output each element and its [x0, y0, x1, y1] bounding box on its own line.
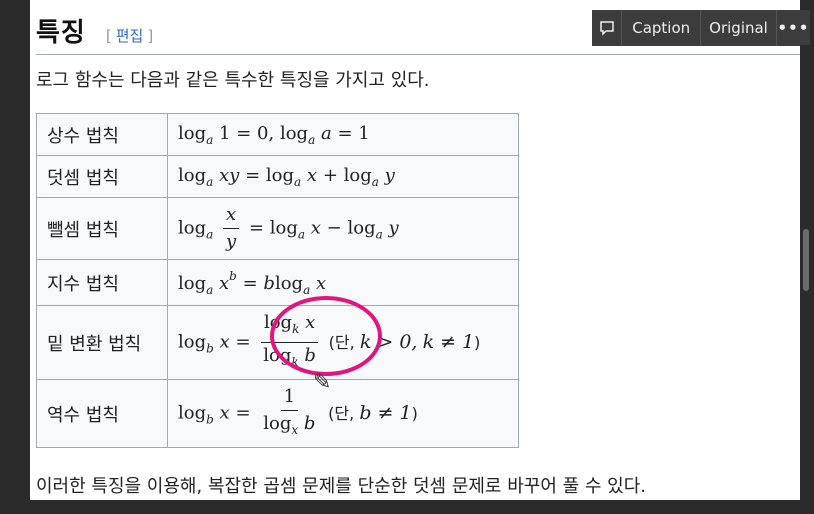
edit-link[interactable]: 편집: [116, 27, 144, 45]
fraction: 1 logx b: [263, 386, 316, 437]
article-viewport: 특징 [편집] 로그 함수는 다음과 같은 특수한 특징을 가지고 있다. 상수…: [30, 0, 800, 500]
heading-divider: [36, 54, 800, 55]
edit-section: [편집]: [106, 25, 153, 46]
log-properties-table: 상수 법칙 loga 1 = 0, loga a = 1 덧셈 법칙 loga …: [36, 113, 519, 448]
row-label: 뺄셈 법칙: [36, 197, 168, 260]
section-title: 특징: [36, 18, 86, 48]
caption-button[interactable]: Caption: [622, 10, 702, 46]
row-label: 상수 법칙: [36, 113, 168, 156]
more-options-button[interactable]: •••: [777, 10, 810, 46]
formula-constant: loga 1 = 0, loga a = 1: [167, 113, 519, 156]
table-row: 덧셈 법칙 loga xy = loga x + loga y: [36, 155, 519, 198]
fraction: xy: [223, 203, 240, 254]
table-row: 뺄셈 법칙 loga xy = loga x − loga y: [36, 197, 519, 260]
row-label: 밑 변환 법칙: [36, 305, 168, 380]
edit-bracket-open: [: [105, 27, 112, 45]
intro-paragraph: 로그 함수는 다음과 같은 특수한 특징을 가지고 있다.: [36, 70, 430, 91]
scrollbar[interactable]: [800, 45, 814, 500]
outro-paragraph: 이러한 특징을 이용해, 복잡한 곱셈 문제를 단순한 덧셈 문제로 바꾸어 풀…: [36, 476, 647, 497]
row-label: 덧셈 법칙: [36, 155, 168, 198]
row-label: 지수 법칙: [36, 259, 168, 306]
speech-bubble-icon: [599, 21, 614, 36]
formula-addition: loga xy = loga x + loga y: [167, 155, 519, 198]
highlight-circle: [270, 296, 382, 376]
section-heading: 특징 [편집]: [36, 12, 153, 52]
formula-subtraction: loga xy = loga x − loga y: [167, 197, 519, 260]
image-toolbar: Caption Original •••: [592, 10, 810, 46]
table-row: 역수 법칙 logb x = 1 logx b (단, b ≠ 1): [36, 379, 519, 448]
scrollbar-thumb[interactable]: [803, 229, 809, 291]
row-label: 역수 법칙: [36, 379, 168, 448]
edit-bracket-close: ]: [147, 27, 154, 45]
condition-note: (단, b ≠ 1): [328, 401, 418, 424]
table-row: 지수 법칙 loga xb = bloga x: [36, 259, 519, 306]
caption-icon-button[interactable]: [592, 10, 623, 46]
pen-cursor-icon: ✎: [313, 370, 332, 395]
formula-reciprocal: logb x = 1 logx b (단, b ≠ 1): [167, 379, 519, 448]
original-button[interactable]: Original: [701, 10, 777, 46]
table-row: 상수 법칙 loga 1 = 0, loga a = 1: [36, 113, 519, 156]
